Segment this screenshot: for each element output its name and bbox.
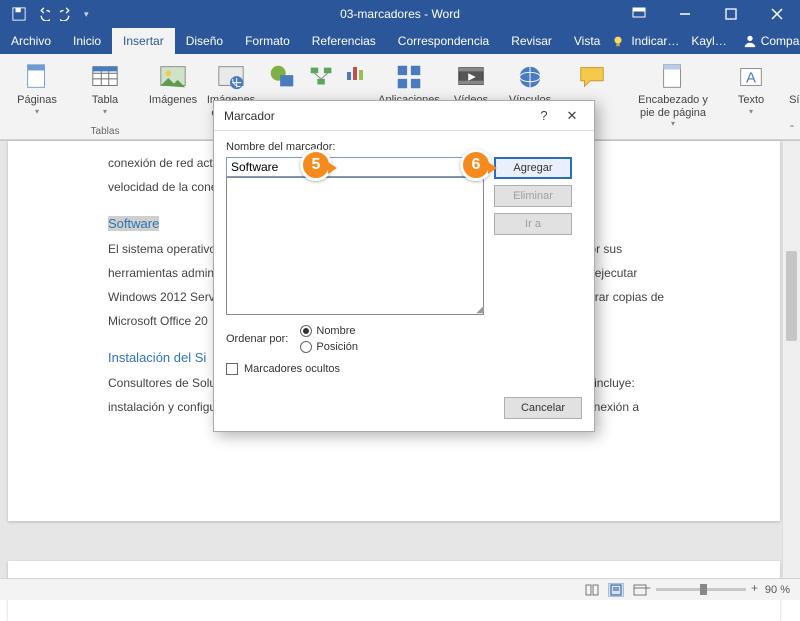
chart-icon [345,62,365,82]
hidden-bookmarks-label: Marcadores ocultos [244,363,340,375]
tab-home[interactable]: Inicio [62,28,112,54]
qat-more-icon[interactable]: ▾ [84,9,89,20]
share-icon [743,34,757,48]
zoom-in-icon[interactable]: + [751,581,758,595]
undo-icon[interactable] [36,7,50,21]
scroll-thumb[interactable] [786,251,797,341]
images-button[interactable]: Imágenes [146,58,200,123]
title-bar: ▾ 03-marcadores - Word [0,0,800,28]
read-mode-icon[interactable] [584,583,600,597]
goto-button: Ir a [494,213,572,235]
svg-text:A: A [746,70,756,87]
tell-me[interactable]: Indicar… [627,34,683,48]
sort-pos-label: Posición [316,341,358,353]
link-icon [515,62,545,92]
pages-label: Páginas [17,94,57,107]
redo-icon[interactable] [60,7,74,21]
table-label: Tabla [92,94,118,107]
image-icon [158,62,188,92]
dialog-title: Marcador [224,109,275,123]
tab-layout[interactable]: Formato [234,28,301,54]
close-icon[interactable] [754,0,800,28]
tab-references[interactable]: Referencias [301,28,387,54]
sort-name-label: Nombre [316,325,355,337]
symbols-button[interactable]: Ω Símbolos▾ [786,58,800,123]
video-icon [456,62,486,92]
collapse-ribbon-icon[interactable]: ˆ [790,123,794,137]
header-label: Encabezado y pie de página [630,94,716,119]
ribbon-options-icon[interactable] [616,0,662,28]
zoom-out-icon[interactable]: − [644,581,651,595]
bookmark-name-input[interactable] [226,157,484,177]
bookmark-list[interactable]: ◢ [226,177,484,315]
vertical-scrollbar[interactable] [782,141,800,578]
share-label: Compartir [761,34,800,48]
sort-name-radio[interactable]: Nombre [300,325,358,337]
maximize-icon[interactable] [708,0,754,28]
tab-review[interactable]: Revisar [500,28,563,54]
bookmark-dialog: Marcador ? ✕ Nombre del marcador: ◢ Agre… [213,100,595,432]
lightbulb-icon [611,34,625,48]
dialog-help-icon[interactable]: ? [530,108,558,123]
share-button[interactable]: Compartir [735,34,800,48]
tab-design[interactable]: Diseño [175,28,234,54]
dialog-titlebar[interactable]: Marcador ? ✕ [214,101,594,131]
minimize-icon[interactable] [662,0,708,28]
bookmark-name-label: Nombre del marcador: [226,141,582,153]
tab-file[interactable]: Archivo [0,28,62,54]
table-icon [90,62,120,92]
textbox-icon: A [736,62,766,92]
callout-badge-5: 5 [300,149,332,181]
tab-insert[interactable]: Insertar [112,28,175,54]
text-label: Texto [738,94,764,107]
cancel-button[interactable]: Cancelar [504,397,582,419]
zoom-level[interactable]: 90 % [754,584,790,596]
images-label: Imágenes [149,94,197,107]
pages-button[interactable]: Páginas▾ [10,58,64,123]
header-footer-button[interactable]: Encabezado y pie de página▾ [630,58,716,128]
zoom-slider[interactable]: −+ [656,588,746,591]
shapes-icon [267,62,297,92]
dialog-close-icon[interactable]: ✕ [558,108,586,124]
symbols-label: Símbolos [789,94,800,107]
callout-badge-6: 6 [460,149,492,181]
tab-mailings[interactable]: Correspondencia [387,28,500,54]
hidden-bookmarks-checkbox[interactable]: Marcadores ocultos [226,363,582,375]
online-image-icon [216,62,246,92]
status-bar: −+ 90 % [0,578,800,600]
apps-icon [394,62,424,92]
page-icon [22,62,52,92]
zoom-knob[interactable] [700,584,707,595]
sort-label: Ordenar por: [226,333,288,345]
save-icon[interactable] [12,7,26,21]
print-layout-icon[interactable] [608,583,624,597]
add-button[interactable]: Agregar [494,157,572,179]
table-button[interactable]: Tabla▾ [78,58,132,123]
tab-view[interactable]: Vista [563,28,611,54]
smartart-icon [307,62,337,92]
resize-grip-icon[interactable]: ◢ [476,304,484,315]
tables-group-label: Tablas [91,123,120,139]
ribbon-tabs: Archivo Inicio Insertar Diseño Formato R… [0,28,800,54]
delete-button: Eliminar [494,185,572,207]
sort-position-radio[interactable]: Posición [300,341,358,353]
user-name[interactable]: Kayl… [685,34,732,48]
text-button[interactable]: A Texto▾ [730,58,772,123]
comment-icon [577,62,607,92]
header-icon [658,62,688,92]
